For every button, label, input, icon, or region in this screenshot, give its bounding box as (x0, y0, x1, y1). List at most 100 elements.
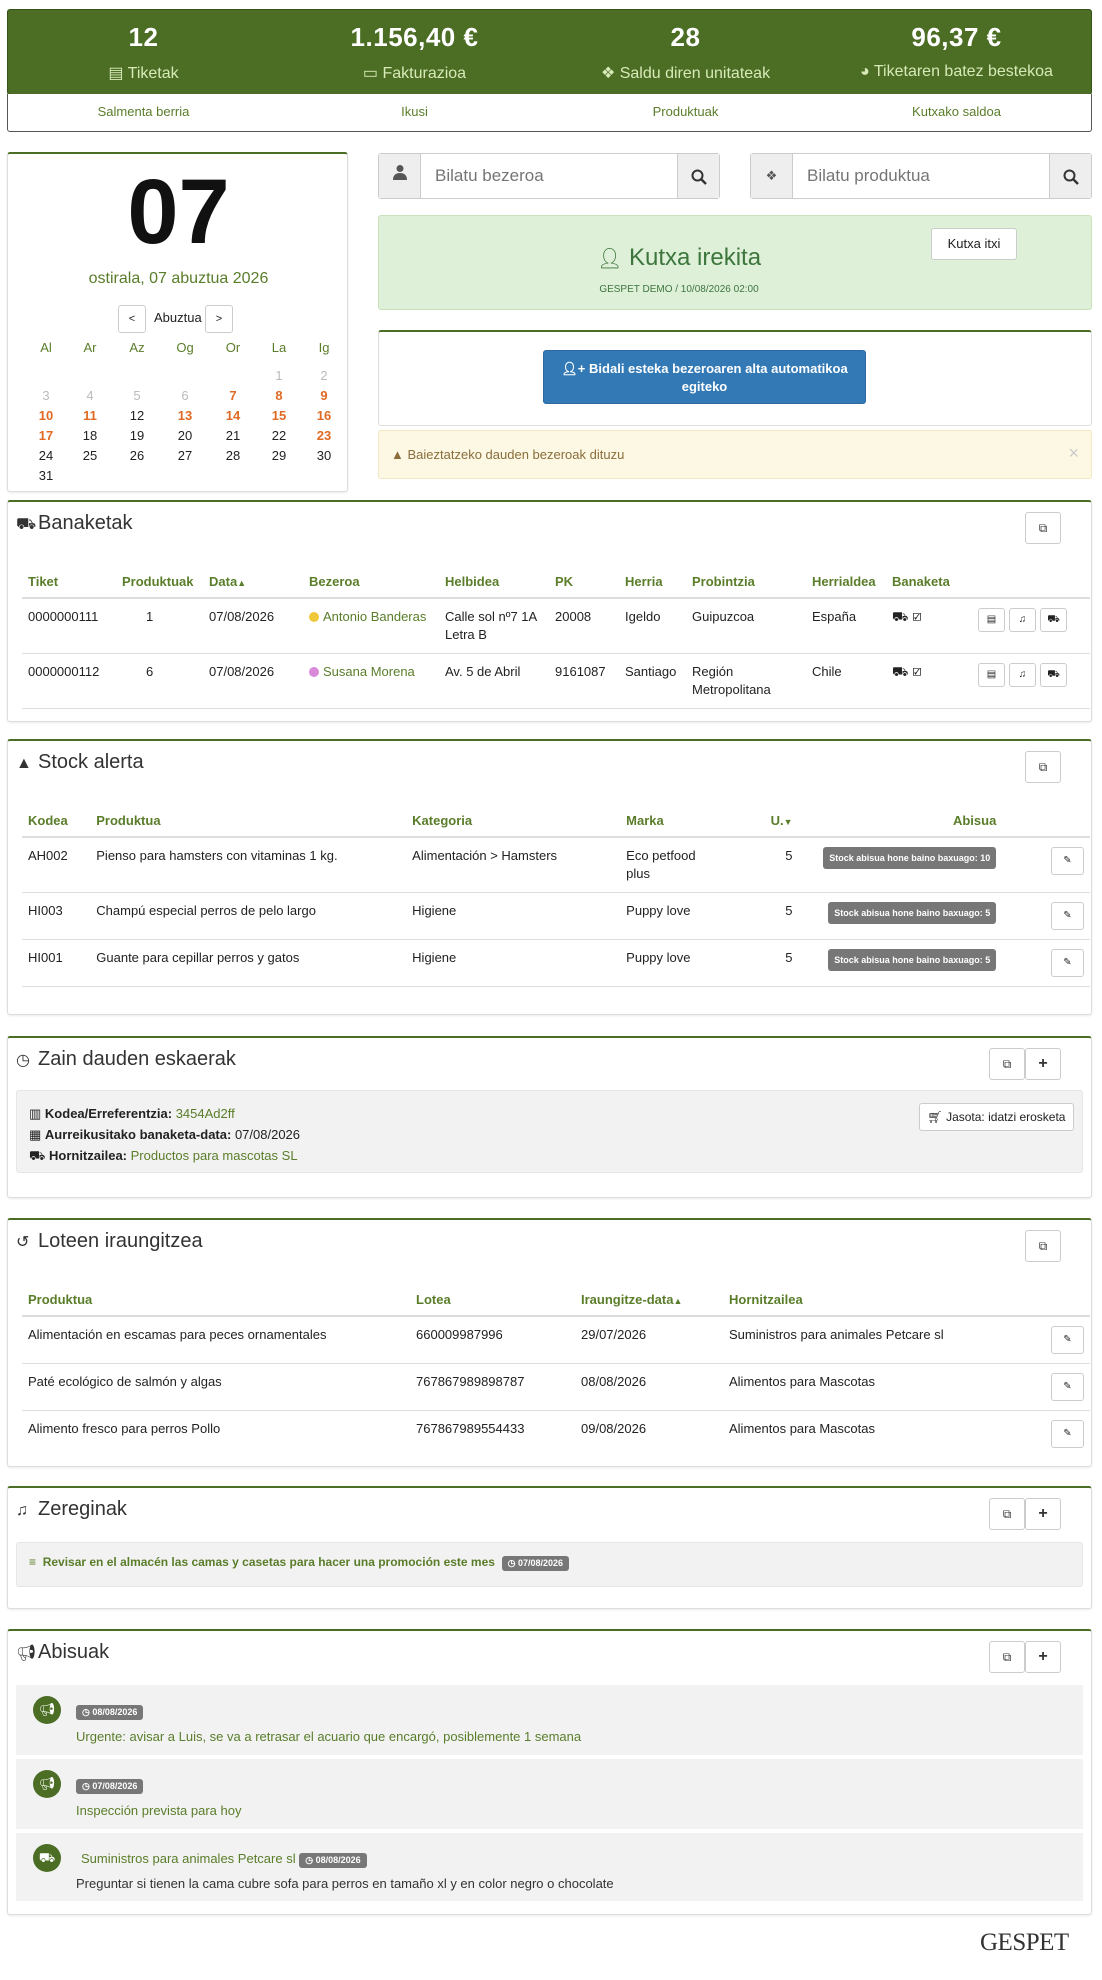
truck-button[interactable]: ⛟ (1040, 663, 1067, 687)
calendar-day[interactable]: 1 (259, 368, 299, 383)
task-item[interactable]: ≡ Revisar en el almacén las camas y case… (16, 1542, 1083, 1587)
add-button[interactable]: + (1025, 1498, 1061, 1530)
product-search-input[interactable] (793, 154, 1049, 198)
edit-button[interactable]: ✎ (1051, 847, 1084, 875)
nav-cash-balance[interactable]: Kutxako saldoa (821, 104, 1092, 119)
code-value[interactable]: 3454Ad2ff (176, 1106, 235, 1121)
col-header[interactable]: Helbidea (439, 562, 549, 599)
add-button[interactable]: + (1025, 1048, 1061, 1080)
edit-button[interactable]: ✎ (1051, 1326, 1084, 1354)
notice-item[interactable]: ⛟ Suministros para animales Petcare sl ◷… (16, 1833, 1083, 1903)
col-header[interactable]: Bezeroa (303, 562, 439, 599)
calendar-day[interactable]: 10 (26, 408, 66, 423)
col-header[interactable]: Tiket (22, 562, 116, 599)
col-header[interactable]: PK (549, 562, 619, 599)
next-month-button[interactable]: > (205, 305, 233, 333)
receive-order-button[interactable]: 🛒︎ Jasota: idatzi erosketa (919, 1103, 1074, 1131)
expand-button[interactable]: ⧉ (1025, 1230, 1061, 1262)
customer-search-input[interactable] (421, 154, 677, 198)
col-header[interactable]: Kodea (22, 801, 91, 838)
calendar-day[interactable]: 26 (117, 448, 157, 463)
col-header[interactable]: Herrialdea (806, 562, 886, 599)
col-header[interactable]: Abisua (798, 801, 1003, 838)
expand-button[interactable]: ⧉ (989, 1048, 1025, 1080)
col-header[interactable]: Data▲ (203, 562, 303, 599)
calendar-day[interactable]: 8 (259, 388, 299, 403)
nav-new-sale[interactable]: Salmenta berria (8, 104, 279, 119)
calendar-day[interactable]: 2 (304, 368, 344, 383)
document-button[interactable]: ▤ (978, 663, 1005, 687)
nav-products[interactable]: Produktuak (550, 104, 821, 119)
cell-customer[interactable]: Antonio Banderas (303, 598, 439, 654)
document-button[interactable]: ▤ (978, 608, 1005, 632)
stat-avg-ticket[interactable]: 96,37 € ◕ Tiketaren batez bestekoa (821, 10, 1092, 96)
calendar-day[interactable]: 9 (304, 388, 344, 403)
calendar-day[interactable]: 20 (165, 428, 205, 443)
expand-button[interactable]: ⧉ (1025, 512, 1061, 544)
calendar-day[interactable]: 24 (26, 448, 66, 463)
edit-button[interactable]: ✎ (1051, 949, 1084, 977)
col-header[interactable]: Lotea (410, 1280, 575, 1317)
calendar-day[interactable]: 27 (165, 448, 205, 463)
edit-button[interactable]: ✎ (1051, 1420, 1084, 1448)
col-header[interactable]: Herria (619, 562, 686, 599)
calendar-day[interactable]: 22 (259, 428, 299, 443)
edit-button[interactable]: ✎ (1051, 1373, 1084, 1401)
stat-units-sold[interactable]: 28 ❖ Saldu diren unitateak (550, 10, 821, 96)
calendar-day[interactable]: 16 (304, 408, 344, 423)
calendar-day[interactable]: 15 (259, 408, 299, 423)
stat-billing[interactable]: 1.156,40 € ▭ Fakturazioa (279, 10, 550, 96)
col-header[interactable]: Hornitzailea (723, 1280, 1003, 1317)
nav-view[interactable]: Ikusi (279, 104, 550, 119)
edit-button[interactable]: ✎ (1051, 902, 1084, 930)
expand-button[interactable]: ⧉ (989, 1641, 1025, 1673)
bell-button[interactable]: ♫ (1009, 608, 1036, 632)
notice-item[interactable]: 📢︎ ◷ 07/08/2026 Inspección prevista para… (16, 1759, 1083, 1831)
calendar-day[interactable]: 12 (117, 408, 157, 423)
calendar-day[interactable]: 13 (165, 408, 205, 423)
calendar-day[interactable]: 21 (213, 428, 253, 443)
notice-supplier[interactable]: Suministros para animales Petcare sl (81, 1851, 296, 1866)
calendar-day[interactable]: 19 (117, 428, 157, 443)
close-cashbox-button[interactable]: Kutxa itxi (931, 228, 1017, 260)
calendar-day[interactable]: 5 (117, 388, 157, 403)
expand-button[interactable]: ⧉ (989, 1498, 1025, 1530)
calendar-day[interactable]: 3 (26, 388, 66, 403)
cell-customer[interactable]: Susana Morena (303, 653, 439, 709)
expand-button[interactable]: ⧉ (1025, 751, 1061, 783)
truck-button[interactable]: ⛟ (1040, 608, 1067, 632)
search-icon[interactable] (677, 154, 719, 198)
calendar-day[interactable]: 11 (70, 408, 110, 423)
calendar-day[interactable]: 4 (70, 388, 110, 403)
search-icon[interactable] (1049, 154, 1091, 198)
calendar-day[interactable]: 18 (70, 428, 110, 443)
prev-month-button[interactable]: < (118, 305, 146, 333)
calendar-day[interactable]: 31 (26, 468, 66, 483)
calendar-day[interactable]: 7 (213, 388, 253, 403)
notice-item[interactable]: 📢︎ ◷ 08/08/2026 Urgente: avisar a Luis, … (16, 1685, 1083, 1757)
calendar-day[interactable]: 30 (304, 448, 344, 463)
calendar-day[interactable]: 23 (304, 428, 344, 443)
calendar-day[interactable]: 14 (213, 408, 253, 423)
calendar-day[interactable]: 17 (26, 428, 66, 443)
col-header[interactable]: Kategoria (406, 801, 621, 838)
col-header[interactable]: Produktua (22, 1280, 410, 1317)
calendar-day[interactable]: 28 (213, 448, 253, 463)
bell-button[interactable]: ♫ (1009, 663, 1036, 687)
cell-brand: Puppy love (620, 892, 723, 940)
col-header[interactable]: Probintzia (686, 562, 806, 599)
stat-tickets[interactable]: 12 ▤ Tiketak (8, 10, 279, 96)
col-header[interactable]: Produktua (90, 801, 407, 838)
col-header[interactable]: Iraungitze-data▲ (575, 1280, 723, 1317)
col-header[interactable]: Marka (620, 801, 723, 838)
calendar-day[interactable]: 29 (259, 448, 299, 463)
calendar-day[interactable]: 6 (165, 388, 205, 403)
close-icon[interactable]: × (1068, 443, 1079, 464)
col-header[interactable]: Banaketa (886, 562, 968, 599)
send-signup-link-button[interactable]: 👤︎+ Bidali esteka bezeroaren alta automa… (543, 350, 866, 404)
col-header[interactable]: U.▼ (722, 801, 799, 838)
supplier-value[interactable]: Productos para mascotas SL (131, 1148, 298, 1163)
add-button[interactable]: + (1025, 1641, 1061, 1673)
calendar-day[interactable]: 25 (70, 448, 110, 463)
col-header[interactable]: Produktuak (116, 562, 203, 599)
